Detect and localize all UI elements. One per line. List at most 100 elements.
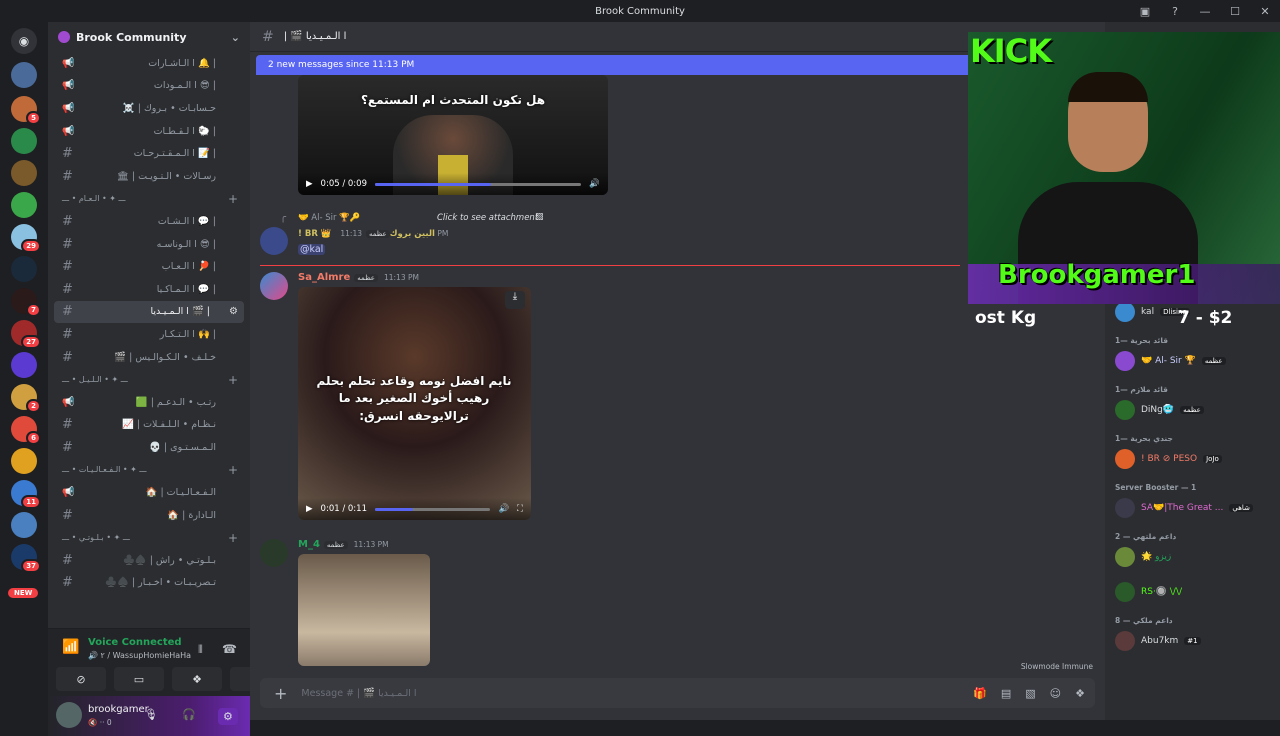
screen-share-icon[interactable]: ▭: [114, 667, 164, 691]
message-author[interactable]: Sa_Almre عظمه 11:13 PM: [298, 272, 419, 283]
channel-item[interactable]: # | 🏓 ا الـعـاب: [48, 255, 250, 278]
disconnect-icon[interactable]: ☎: [222, 642, 237, 656]
volume-icon[interactable]: 🔊: [498, 504, 509, 514]
member-item[interactable]: 🤝 Al- Sir 🏆 عظمه: [1115, 350, 1275, 372]
image-attachment[interactable]: [298, 554, 430, 666]
mic-icon[interactable]: 🎙: [144, 708, 158, 721]
channel-item[interactable]: 📢 رتـب • الـدعـم | 🟩: [48, 391, 250, 414]
noise-icon[interactable]: ⦀: [198, 643, 203, 657]
channel-item[interactable]: 📢 | 😎 ا الـمـودات: [48, 75, 250, 98]
add-channel-icon[interactable]: +: [228, 373, 238, 387]
server-icon[interactable]: 37: [11, 544, 41, 573]
play-icon[interactable]: ▶: [306, 504, 313, 514]
server-icon[interactable]: 7: [11, 288, 41, 317]
volume-icon[interactable]: 🔊: [589, 179, 600, 189]
member-item[interactable]: 🌟 زيزو: [1115, 546, 1275, 568]
channel-item[interactable]: # | 📝 ا الـمـقـتـرحـات: [48, 142, 250, 165]
channel-item[interactable]: # تـصريـبـات • اخـبـار | ♠️♣️: [48, 572, 250, 595]
channel-item[interactable]: # الـمـسـتـوى | 💀: [48, 436, 250, 459]
channel-item[interactable]: # نـظـام • الـلـفـلات | 📈: [48, 414, 250, 437]
server-icon[interactable]: 5: [11, 96, 41, 125]
activities-icon[interactable]: ❖: [172, 667, 222, 691]
download-icon[interactable]: ⤓: [505, 291, 525, 309]
minimize-button[interactable]: —: [1190, 5, 1220, 18]
message-author[interactable]: M_4 عظمه 11:13 PM: [298, 539, 389, 550]
maximize-button[interactable]: ☐: [1220, 5, 1250, 18]
chevron-down-icon[interactable]: ⌄: [231, 31, 240, 44]
mention[interactable]: @kal: [298, 244, 326, 255]
server-icon[interactable]: 29: [11, 224, 41, 253]
fullscreen-icon[interactable]: ⛶: [517, 504, 523, 514]
headphones-icon[interactable]: 🎧: [182, 708, 196, 721]
server-header[interactable]: Brook Community ⌄: [48, 22, 250, 52]
emoji-icon[interactable]: ☺: [1050, 687, 1061, 700]
add-channel-icon[interactable]: +: [228, 463, 238, 477]
channel-category[interactable]: ـــ ✦ • بـلـوتـي • ـــ +: [48, 526, 250, 549]
new-messages-banner[interactable]: 2 new messages since 11:13 PM: [256, 55, 992, 75]
member-item[interactable]: RS·🔘 \/\/: [1115, 581, 1275, 603]
message-author[interactable]: ! BR 👑 البين بروكعظمه11:13 PM: [298, 229, 448, 239]
voice-room[interactable]: 🔊 ٢ / WassupHomieHaHa: [88, 651, 191, 660]
avatar[interactable]: [56, 702, 82, 728]
server-icon[interactable]: [11, 160, 37, 186]
home-icon[interactable]: ◉: [11, 28, 37, 54]
channel-item[interactable]: # | 🎬 ا الـمـيـديا ⚙: [54, 300, 244, 324]
video-attachment[interactable]: ⤓ نايم افضل نومه وقاعد تحلم بحلم رهيب أخ…: [298, 287, 531, 520]
sticker-icon[interactable]: ▧: [1025, 687, 1035, 700]
member-item[interactable]: Abu7km #1: [1115, 630, 1275, 652]
reply-author[interactable]: 🤝 Al- Sir 🏆🔑: [298, 213, 360, 223]
server-icon[interactable]: [11, 128, 37, 154]
video-progress[interactable]: [375, 182, 582, 186]
camera-off-icon[interactable]: ⊘: [56, 667, 106, 691]
avatar[interactable]: [260, 272, 288, 300]
server-icon[interactable]: [11, 256, 37, 282]
member-item[interactable]: SA🤝|The Great ... شاهي: [1115, 497, 1275, 519]
channel-item[interactable]: 📢 | 🔔 ا الـاشـارات: [48, 52, 250, 75]
channel-item[interactable]: # | 💬 ا الـمـاكـيا: [48, 278, 250, 301]
channel-item[interactable]: # رسـالات • الـتـويـت | 🏛: [48, 165, 250, 188]
apps-icon[interactable]: ❖: [1075, 687, 1085, 700]
channel-item[interactable]: # الـادارة | 🏠: [48, 504, 250, 527]
channel-item[interactable]: # | 🙌 ا الـتـكـار: [48, 323, 250, 346]
help-icon[interactable]: ?: [1160, 5, 1190, 18]
channel-category[interactable]: ـــ ✦ • الـلـيـل • ـــ +: [48, 368, 250, 391]
video-progress[interactable]: [375, 507, 491, 511]
channel-item[interactable]: # بـلـوتـي • راش | ♠️♣️: [48, 549, 250, 572]
video-attachment[interactable]: هل تكون المتحدث ام المستمع؟ ▶ 0:05 / 0:0…: [298, 75, 608, 195]
member-name: Abu7km: [1141, 636, 1179, 646]
server-icon[interactable]: [11, 62, 37, 88]
close-button[interactable]: ✕: [1250, 5, 1280, 18]
server-icon[interactable]: 6: [11, 416, 41, 445]
add-channel-icon[interactable]: +: [228, 531, 238, 545]
server-icon[interactable]: 27: [11, 320, 41, 349]
server-icon[interactable]: [11, 192, 37, 218]
inbox-icon[interactable]: ▣: [1130, 5, 1160, 18]
channel-item[interactable]: 📢 | 🐑 ا لـقـطـات: [48, 120, 250, 143]
reply-preview[interactable]: Click to see attachment: [437, 213, 538, 223]
play-icon[interactable]: ▶: [306, 179, 313, 189]
avatar[interactable]: [260, 539, 288, 567]
avatar[interactable]: [260, 227, 288, 255]
message-input[interactable]: Message # | 🎬 ا الـمـيـديا: [301, 688, 416, 699]
server-icon[interactable]: 11: [11, 480, 41, 509]
channel-settings-icon[interactable]: ⚙: [229, 306, 238, 317]
server-icon[interactable]: 2: [11, 384, 41, 413]
gift-icon[interactable]: 🎁: [973, 687, 987, 700]
server-icon[interactable]: [11, 352, 37, 378]
channel-category[interactable]: ـــ ✦ • الـفـعـالـيـات • ـــ +: [48, 459, 250, 482]
gif-icon[interactable]: ▤: [1001, 687, 1011, 700]
channel-item[interactable]: # | 😎 ا الـوناسـه: [48, 233, 250, 256]
settings-gear-icon[interactable]: ⚙: [218, 708, 238, 725]
message-composer[interactable]: + Message # | 🎬 ا الـمـيـديا 🎁 ▤ ▧ ☺ ❖: [260, 678, 1095, 708]
channel-item[interactable]: 📢 الـفـعـالـيـات | 🏠: [48, 481, 250, 504]
channel-item[interactable]: # | 💬 ا الـشـات: [48, 210, 250, 233]
add-attachment-icon[interactable]: +: [274, 684, 287, 703]
add-channel-icon[interactable]: +: [228, 192, 238, 206]
server-icon[interactable]: [11, 512, 37, 538]
channel-category[interactable]: ـــ ✦ • الـعـام • ـــ +: [48, 188, 250, 211]
member-item[interactable]: DiNg🥶 عظمه: [1115, 399, 1275, 421]
member-item[interactable]: ! BR ⊘ PESO JoJo: [1115, 448, 1275, 470]
channel-item[interactable]: 📢 حـسابـات • بـروك | ☠️: [48, 97, 250, 120]
server-icon[interactable]: [11, 448, 37, 474]
channel-item[interactable]: # خـلـف • الـكـوالـيس | 🎬: [48, 346, 250, 369]
